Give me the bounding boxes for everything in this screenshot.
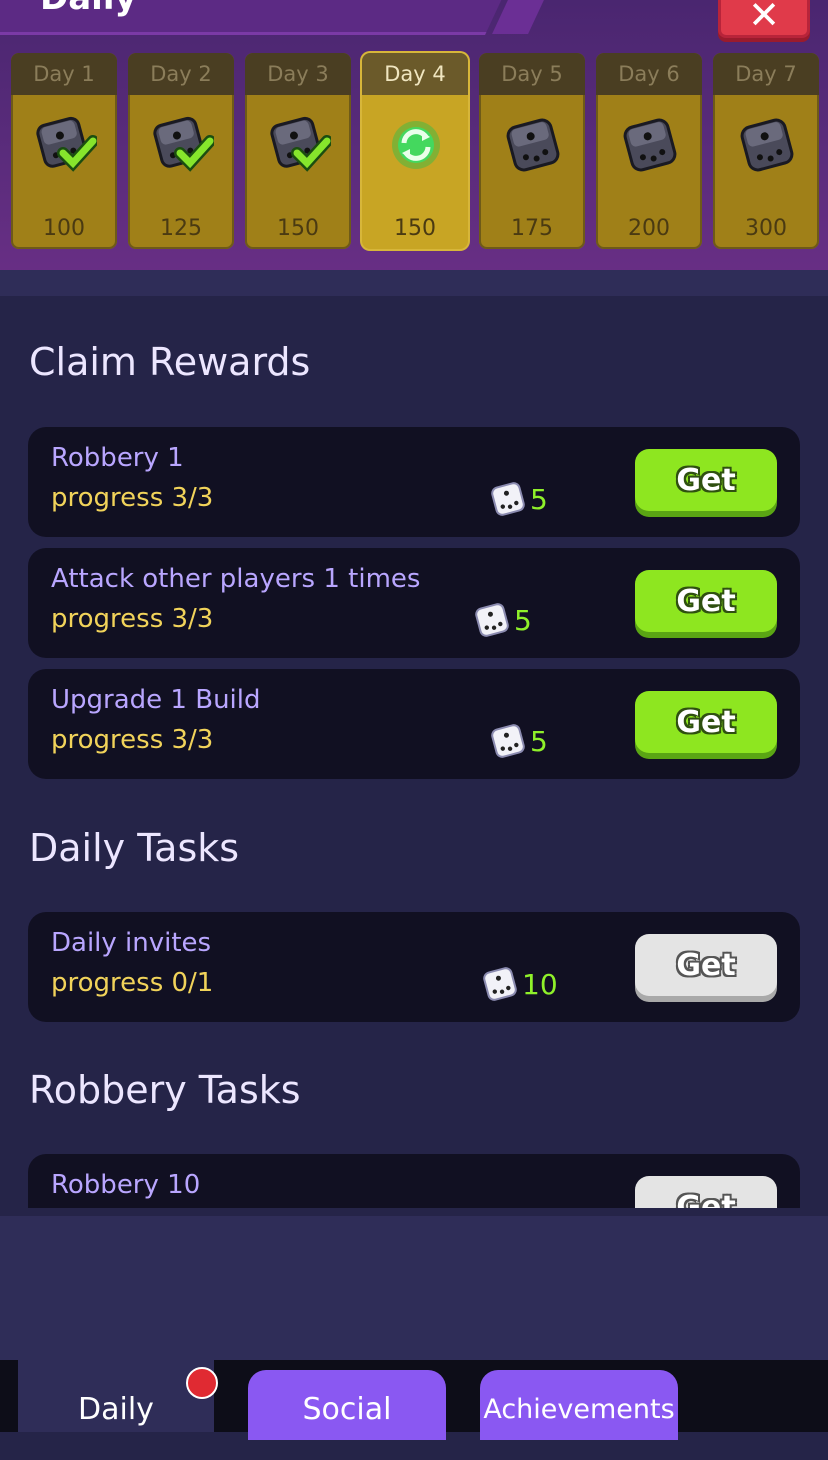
task-name: Robbery 10: [51, 1170, 201, 1200]
close-button[interactable]: ✕: [718, 0, 810, 38]
notification-dot: [186, 1367, 218, 1399]
dice-reward-icon: [475, 603, 509, 637]
get-button[interactable]: Get: [635, 449, 777, 511]
task-progress: progress 3/3: [51, 725, 214, 755]
section-title-robbery-tasks: Robbery Tasks: [29, 1068, 301, 1112]
tab-social[interactable]: Social: [248, 1370, 446, 1440]
task-progress: progress 0/1: [51, 968, 214, 998]
reward-amount: 10: [522, 967, 558, 1001]
panel-footer: [0, 1216, 828, 1362]
dice-reward-icon: [491, 482, 525, 516]
day-card-5[interactable]: Day 5 175: [479, 53, 585, 249]
day-amount: 150: [394, 216, 436, 241]
dice-icon: [740, 118, 794, 172]
task-row: Robbery 10 Get: [28, 1154, 800, 1208]
header-divider: [0, 270, 828, 296]
day-amount: 175: [511, 216, 553, 241]
day-card-1[interactable]: Day 1 100: [11, 53, 117, 249]
task-row: Daily invites progress 0/1 10 Get: [28, 912, 800, 1022]
dice-claimed-icon: [153, 116, 214, 172]
day-card-6[interactable]: Day 6 200: [596, 53, 702, 249]
day-card-4[interactable]: Day 4 150: [362, 53, 468, 249]
reward-amount: 5: [530, 724, 548, 758]
task-progress: progress 3/3: [51, 483, 214, 513]
title-banner-accent: [492, 0, 544, 34]
day-card-3[interactable]: Day 3 150: [245, 53, 351, 249]
day-card-7[interactable]: Day 7 300: [713, 53, 819, 249]
reward-amount: 5: [514, 603, 532, 637]
task-progress: progress 3/3: [51, 604, 214, 634]
get-button[interactable]: Get: [635, 691, 777, 753]
task-name: Attack other players 1 times: [51, 564, 421, 594]
tab-achievements[interactable]: Achievements: [480, 1370, 678, 1440]
day-amount: 300: [745, 216, 787, 241]
day-amount: 200: [628, 216, 670, 241]
day-label: Day 4: [362, 53, 468, 95]
task-name: Robbery 1: [51, 443, 184, 473]
refresh-icon: [392, 121, 440, 169]
section-title-daily-tasks: Daily Tasks: [29, 826, 240, 870]
day-amount: 150: [277, 216, 319, 241]
day-label: Day 7: [713, 53, 819, 95]
dice-icon: [506, 118, 560, 172]
page-title: Daily: [40, 0, 137, 18]
dice-reward-icon: [483, 967, 517, 1001]
day-label: Day 2: [128, 53, 234, 95]
get-button[interactable]: Get: [635, 934, 777, 996]
task-row: Attack other players 1 times progress 3/…: [28, 548, 800, 658]
day-amount: 100: [43, 216, 85, 241]
day-card-2[interactable]: Day 2 125: [128, 53, 234, 249]
daily-login-calendar: Day 1 100 Day 2 125 Day 3 150 Day 4 150 …: [11, 53, 819, 249]
reward: 5: [488, 479, 548, 519]
get-button[interactable]: Get: [635, 570, 777, 632]
task-name: Daily invites: [51, 928, 212, 958]
tab-daily[interactable]: Daily: [18, 1360, 214, 1432]
task-row: Robbery 1 progress 3/3 5 Get: [28, 427, 800, 537]
dice-claimed-icon: [270, 116, 331, 172]
daily-header: Daily ✕ Day 1 100 Day 2 125 Day 3: [0, 0, 828, 293]
day-label: Day 3: [245, 53, 351, 95]
reward-amount: 5: [530, 482, 548, 516]
day-amount: 125: [160, 216, 202, 241]
task-row: Upgrade 1 Build progress 3/3 5 Get: [28, 669, 800, 779]
dice-icon: [623, 118, 677, 172]
get-button[interactable]: Get: [635, 1176, 777, 1208]
reward: 10: [480, 964, 558, 1004]
dice-claimed-icon: [36, 116, 97, 172]
section-title-claim-rewards: Claim Rewards: [29, 340, 311, 384]
task-name: Upgrade 1 Build: [51, 685, 261, 715]
day-label: Day 1: [11, 53, 117, 95]
reward: 5: [488, 721, 548, 761]
day-label: Day 5: [479, 53, 585, 95]
reward: 5: [472, 600, 532, 640]
dice-reward-icon: [491, 724, 525, 758]
day-label: Day 6: [596, 53, 702, 95]
scroll-clip: Robbery 10 Get: [0, 1150, 828, 1208]
close-icon: ✕: [748, 0, 780, 37]
